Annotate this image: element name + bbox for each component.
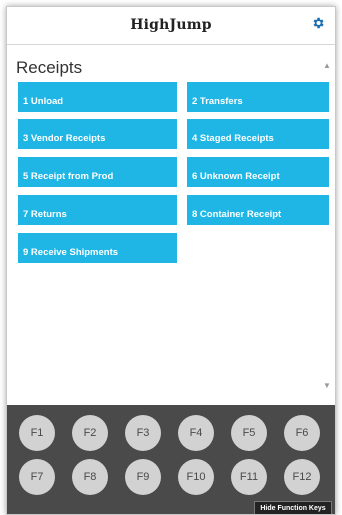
function-key-f9[interactable]: F9: [125, 459, 161, 495]
menu-item-unknown-receipt[interactable]: 6 Unknown Receipt: [187, 157, 329, 187]
menu-item-vendor-receipts[interactable]: 3 Vendor Receipts: [18, 119, 177, 149]
menu-item-unload[interactable]: 1 Unload: [18, 82, 177, 112]
function-key-f6[interactable]: F6: [284, 415, 320, 451]
hide-function-keys-button[interactable]: Hide Function Keys: [254, 501, 332, 514]
highjump-logo: HighJump: [130, 17, 212, 33]
function-key-f3[interactable]: F3: [125, 415, 161, 451]
menu-item-container-receipt[interactable]: 8 Container Receipt: [187, 195, 329, 225]
function-key-f11[interactable]: F11: [231, 459, 267, 495]
scroll-up-icon[interactable]: ▲: [323, 62, 331, 70]
function-key-f7[interactable]: F7: [19, 459, 55, 495]
function-key-f12[interactable]: F12: [284, 459, 320, 495]
scroll-down-icon[interactable]: ▼: [323, 382, 331, 390]
function-key-f5[interactable]: F5: [231, 415, 267, 451]
gear-icon[interactable]: [309, 14, 327, 32]
function-key-f8[interactable]: F8: [72, 459, 108, 495]
function-key-f4[interactable]: F4: [178, 415, 214, 451]
menu-item-staged-receipts[interactable]: 4 Staged Receipts: [187, 119, 329, 149]
menu-item-receipt-from-prod[interactable]: 5 Receipt from Prod: [18, 157, 177, 187]
function-key-f2[interactable]: F2: [72, 415, 108, 451]
function-key-f10[interactable]: F10: [178, 459, 214, 495]
page-title: Receipts: [16, 58, 83, 77]
main-content: Receipts ▲ ▼ 1 Unload 2 Transfers 3 Vend…: [7, 46, 335, 404]
menu-item-returns[interactable]: 7 Returns: [18, 195, 177, 225]
menu-item-receive-shipments[interactable]: 9 Receive Shipments: [18, 233, 177, 263]
menu-item-transfers[interactable]: 2 Transfers: [187, 82, 329, 112]
app-header: HighJump: [7, 7, 335, 45]
function-keys-panel: F1 F2 F3 F4 F5 F6 F7 F8 F9 F10 F11 F12 H…: [7, 405, 335, 514]
app-frame: HighJump Receipts ▲ ▼ 1 Unload 2 Transfe…: [6, 6, 336, 515]
function-key-f1[interactable]: F1: [19, 415, 55, 451]
